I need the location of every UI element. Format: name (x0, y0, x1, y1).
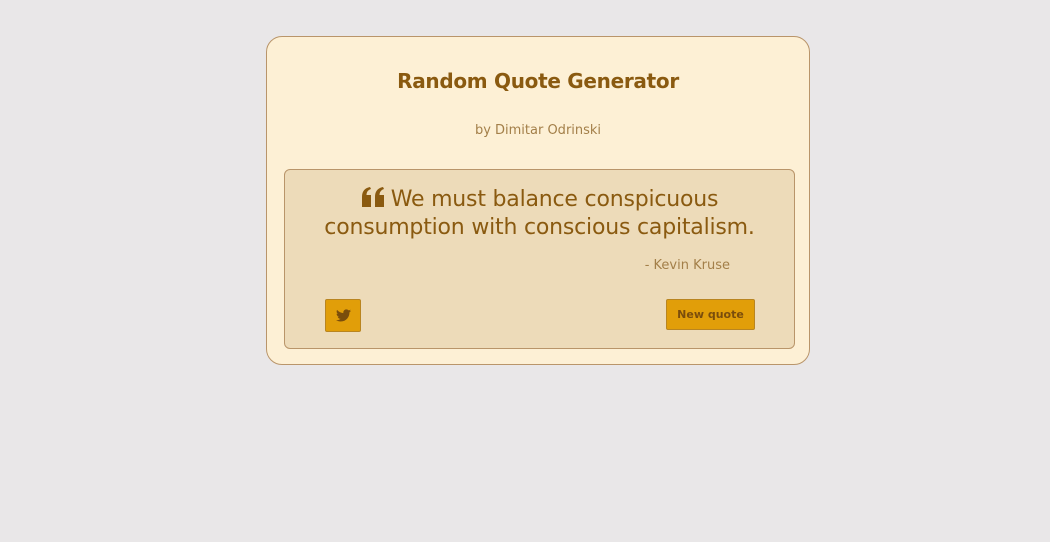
quote-text: We must balance conspicuous consumption … (324, 187, 755, 240)
quote-left-icon (361, 187, 384, 207)
tweet-button[interactable] (325, 299, 361, 332)
twitter-icon (335, 309, 351, 322)
quote-container: We must balance conspicuous consumption … (305, 186, 774, 242)
new-quote-button[interactable]: New quote (666, 299, 755, 330)
byline: by Dimitar Odrinski (474, 123, 602, 138)
quote-author: - Kevin Kruse (644, 258, 730, 273)
quote-box: We must balance conspicuous consumption … (284, 169, 795, 349)
page-title: Random Quote Generator (397, 69, 679, 93)
quote-card: Random Quote Generator by Dimitar Odrins… (266, 36, 810, 365)
